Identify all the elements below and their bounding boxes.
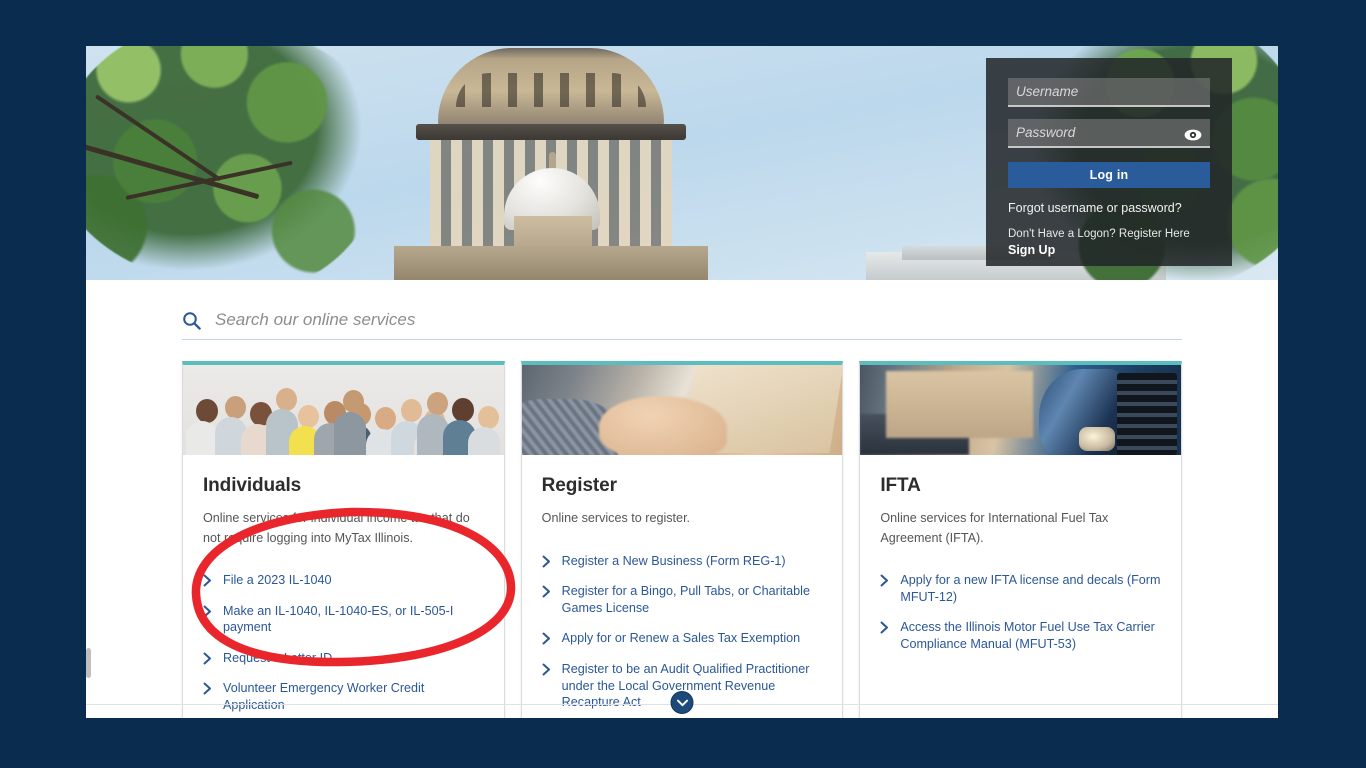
card-body: Individuals Online services for individu…: [183, 455, 504, 718]
chevron-right-icon: [542, 585, 551, 598]
scroll-down-button[interactable]: [671, 691, 694, 714]
chevron-right-icon: [542, 555, 551, 568]
chevron-right-icon: [880, 621, 889, 634]
illinois-capitol-dome-image: [386, 46, 716, 280]
crowd-of-people-photo: [183, 365, 504, 455]
card-title: IFTA: [880, 475, 1161, 497]
card-register: Register Online services to register. Re…: [521, 361, 844, 718]
list-item: Apply for or Renew a Sales Tax Exemption: [542, 630, 823, 647]
list-item: Apply for a new IFTA license and decals …: [880, 572, 1161, 605]
list-item: Register a New Business (Form REG-1): [542, 553, 823, 570]
list-item: Request a Letter ID: [203, 650, 484, 667]
card-ifta: IFTA Online services for International F…: [859, 361, 1182, 718]
main-content: Individuals Online services for individu…: [86, 280, 1278, 718]
link-bingo-license[interactable]: Register for a Bingo, Pull Tabs, or Char…: [562, 583, 823, 616]
list-item: Volunteer Emergency Worker Credit Applic…: [203, 680, 484, 713]
list-item: Access the Illinois Motor Fuel Use Tax C…: [880, 619, 1161, 652]
chevron-right-icon: [203, 682, 212, 695]
card-body: Register Online services to register. Re…: [522, 455, 843, 718]
list-item: Make an IL-1040, IL-1040-ES, or IL-505-I…: [203, 603, 484, 636]
link-carrier-compliance-manual[interactable]: Access the Illinois Motor Fuel Use Tax C…: [900, 619, 1161, 652]
link-register-new-business[interactable]: Register a New Business (Form REG-1): [562, 553, 786, 570]
sign-up-link[interactable]: Sign Up: [1008, 243, 1210, 257]
password-input[interactable]: [1008, 119, 1210, 148]
card-individuals: Individuals Online services for individu…: [182, 361, 505, 718]
chevron-right-icon: [203, 605, 212, 618]
chevron-down-icon: [676, 694, 688, 712]
semi-truck-photo: [860, 365, 1181, 455]
link-make-payment[interactable]: Make an IL-1040, IL-1040-ES, or IL-505-I…: [223, 603, 484, 636]
link-file-il1040[interactable]: File a 2023 IL-1040: [223, 572, 332, 589]
log-in-button[interactable]: Log in: [1008, 162, 1210, 188]
card-body: IFTA Online services for International F…: [860, 455, 1181, 680]
card-title: Individuals: [203, 475, 484, 497]
forgot-username-password-link[interactable]: Forgot username or password?: [1008, 201, 1210, 215]
link-list: File a 2023 IL-1040 Make an IL-1040, IL-…: [203, 572, 484, 714]
password-field-wrapper: [1008, 119, 1210, 148]
card-description: Online services for International Fuel T…: [880, 509, 1161, 548]
search-bar: [182, 280, 1182, 340]
card-title: Register: [542, 475, 823, 497]
link-sales-tax-exemption[interactable]: Apply for or Renew a Sales Tax Exemption: [562, 630, 800, 647]
eye-icon[interactable]: [1184, 128, 1202, 140]
link-volunteer-credit[interactable]: Volunteer Emergency Worker Credit Applic…: [223, 680, 484, 713]
chevron-right-icon: [880, 574, 889, 587]
page-scrollbar-thumb[interactable]: [86, 648, 91, 678]
link-apply-ifta-license[interactable]: Apply for a new IFTA license and decals …: [900, 572, 1161, 605]
link-request-letter-id[interactable]: Request a Letter ID: [223, 650, 332, 667]
chevron-right-icon: [203, 652, 212, 665]
username-input[interactable]: [1008, 78, 1210, 107]
list-item: Register for a Bingo, Pull Tabs, or Char…: [542, 583, 823, 616]
card-description: Online services to register.: [542, 509, 823, 529]
link-list: Apply for a new IFTA license and decals …: [880, 572, 1161, 652]
chevron-right-icon: [542, 632, 551, 645]
browser-page: Log in Forgot username or password? Don'…: [86, 46, 1278, 718]
login-panel: Log in Forgot username or password? Don'…: [986, 58, 1232, 266]
card-description: Online services for individual income ta…: [203, 509, 484, 548]
chevron-right-icon: [542, 663, 551, 676]
search-input[interactable]: [215, 310, 1182, 330]
service-cards: Individuals Online services for individu…: [182, 361, 1182, 718]
hero-banner: Log in Forgot username or password? Don'…: [86, 46, 1278, 280]
chevron-right-icon: [203, 574, 212, 587]
link-list: Register a New Business (Form REG-1) Reg…: [542, 553, 823, 711]
hands-typing-on-laptop-photo: [522, 365, 843, 455]
register-here-note: Don't Have a Logon? Register Here: [1008, 228, 1210, 240]
search-icon: [182, 311, 201, 330]
list-item: File a 2023 IL-1040: [203, 572, 484, 589]
